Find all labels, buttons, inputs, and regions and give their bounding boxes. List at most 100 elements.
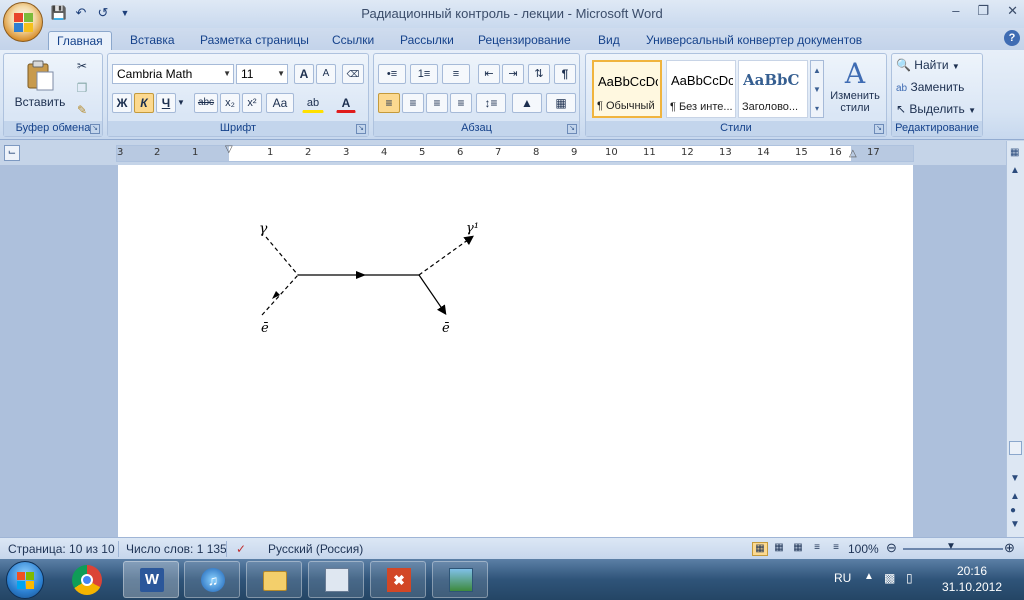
align-center-icon[interactable]: ≡	[402, 93, 424, 113]
ruler-number: 1	[192, 147, 199, 158]
print-layout-icon[interactable]: ▦	[752, 542, 768, 556]
tab-references[interactable]: Ссылки	[324, 31, 382, 50]
font-launcher-icon[interactable]: ↘	[356, 124, 366, 134]
font-color-button[interactable]: A	[336, 93, 356, 113]
word-count[interactable]: Число слов: 1 135	[126, 542, 227, 556]
taskbar-picture-viewer[interactable]	[432, 561, 488, 598]
style-heading[interactable]: AaBbC Заголово...	[738, 60, 808, 118]
office-button[interactable]	[3, 2, 43, 42]
superscript-button[interactable]: x²	[242, 93, 262, 113]
tab-insert[interactable]: Вставка	[122, 31, 183, 50]
copy-icon[interactable]: ❐	[72, 78, 92, 98]
start-button[interactable]	[6, 561, 44, 599]
font-name-combo[interactable]: Cambria Math ▼	[112, 64, 234, 84]
bullets-icon[interactable]: •≡	[378, 64, 406, 84]
shading-icon[interactable]: ▲	[512, 93, 542, 113]
find-button[interactable]: 🔍 Найти ▼	[896, 58, 960, 76]
styles-scroll[interactable]: ▲ ▼ ▾	[810, 60, 824, 118]
taskbar-chrome[interactable]	[72, 565, 102, 595]
draft-icon[interactable]: ≡	[828, 542, 844, 556]
zoom-level[interactable]: 100%	[848, 542, 879, 556]
numbering-icon[interactable]: 1≡	[410, 64, 438, 84]
taskbar-itunes[interactable]: ♫	[184, 561, 240, 598]
multilevel-list-icon[interactable]: ≡	[442, 64, 470, 84]
left-indent-marker-icon[interactable]: ▽	[225, 144, 233, 155]
highlight-button[interactable]: ab	[302, 93, 324, 113]
document-page[interactable]: γ γ¹ ē ē	[118, 165, 913, 537]
tray-network-icon[interactable]: ▩	[884, 571, 895, 585]
clipboard-launcher-icon[interactable]: ↘	[90, 124, 100, 134]
style-no-spacing[interactable]: AaBbCcDc ¶ Без инте...	[666, 60, 736, 118]
scroll-up-icon[interactable]: ▲	[1010, 165, 1020, 176]
change-case-button[interactable]: Aa	[266, 93, 294, 113]
view-ruler-icon[interactable]: ▦	[1010, 147, 1019, 158]
cut-icon[interactable]: ✂	[72, 56, 92, 76]
word-icon: W	[140, 568, 164, 592]
replace-button[interactable]: ab Заменить	[896, 80, 964, 98]
grow-font-button[interactable]: A	[294, 64, 314, 84]
font-size-combo[interactable]: 11 ▼	[236, 64, 288, 84]
scroll-thumb[interactable]	[1009, 441, 1022, 455]
align-left-icon[interactable]: ≡	[378, 93, 400, 113]
page-count[interactable]: Страница: 10 из 10	[8, 542, 115, 556]
taskbar-explorer[interactable]	[246, 561, 302, 598]
spellcheck-icon[interactable]: ✓	[236, 542, 246, 556]
zoom-in-icon[interactable]: ⊕	[1004, 540, 1015, 556]
increase-indent-icon[interactable]: ⇥	[502, 64, 524, 84]
tab-mailings[interactable]: Рассылки	[392, 31, 462, 50]
underline-button[interactable]: Ч	[156, 93, 176, 113]
tab-selector-icon[interactable]: ⌙	[4, 145, 20, 161]
tab-home[interactable]: Главная	[48, 31, 112, 50]
italic-button[interactable]: К	[134, 93, 154, 113]
borders-icon[interactable]: ▦	[546, 93, 576, 113]
taskbar-app-window[interactable]	[308, 561, 364, 598]
zoom-thumb-icon[interactable]: ▼	[946, 541, 956, 552]
tab-page-layout[interactable]: Разметка страницы	[192, 31, 317, 50]
right-indent-marker-icon[interactable]: △	[849, 148, 857, 159]
strikethrough-button[interactable]: abc	[194, 93, 218, 113]
change-styles-button[interactable]: A Изменить стили	[826, 58, 884, 118]
language[interactable]: Русский (Россия)	[268, 542, 363, 556]
align-right-icon[interactable]: ≡	[426, 93, 448, 113]
clear-format-icon[interactable]: ⌫	[342, 64, 364, 84]
taskbar-powerpoint[interactable]: ✖	[370, 561, 426, 598]
outline-icon[interactable]: ≡	[809, 542, 825, 556]
select-button[interactable]: ↖ Выделить ▼	[896, 102, 976, 120]
maximize-button[interactable]: ❐	[977, 3, 989, 19]
decrease-indent-icon[interactable]: ⇤	[478, 64, 500, 84]
next-page-icon[interactable]: ▼	[1010, 519, 1020, 530]
justify-icon[interactable]: ≡	[450, 93, 472, 113]
subscript-button[interactable]: x₂	[220, 93, 240, 113]
help-icon[interactable]: ?	[1004, 30, 1020, 46]
horizontal-ruler[interactable]: 3 2 1 ▽ 1 2 3 4 5 6 7 8 9 10 11 12 13 14…	[116, 144, 914, 162]
show-marks-button[interactable]: ¶	[554, 64, 576, 84]
input-language[interactable]: RU	[834, 571, 851, 585]
tray-expand-icon[interactable]: ▲	[864, 571, 874, 582]
line-spacing-icon[interactable]: ↕≡	[476, 93, 506, 113]
tab-converter[interactable]: Универсальный конвертер документов	[638, 31, 870, 50]
zoom-out-icon[interactable]: ⊖	[886, 540, 897, 556]
tab-review[interactable]: Рецензирование	[470, 31, 579, 50]
prev-page-icon[interactable]: ▲	[1010, 491, 1020, 502]
sort-icon[interactable]: ⇅	[528, 64, 550, 84]
tray-device-icon[interactable]: ▯	[906, 571, 913, 585]
style-normal[interactable]: AaBbCcDc ¶ Обычный	[592, 60, 662, 118]
vertical-scrollbar[interactable]: ▦ ▲ ▼ ▲ ● ▼	[1006, 141, 1024, 537]
format-painter-icon[interactable]: ✎	[72, 100, 92, 120]
replace-label: Заменить	[910, 80, 965, 94]
styles-launcher-icon[interactable]: ↘	[874, 124, 884, 134]
full-screen-reading-icon[interactable]: ▦	[771, 542, 787, 556]
close-button[interactable]: ✕	[1007, 3, 1018, 19]
paragraph-launcher-icon[interactable]: ↘	[567, 124, 577, 134]
shrink-font-button[interactable]: A	[316, 64, 336, 84]
paste-button[interactable]: Вставить	[12, 58, 68, 116]
tab-view[interactable]: Вид	[590, 31, 628, 50]
web-layout-icon[interactable]: ▦	[790, 542, 806, 556]
minimize-button[interactable]: –	[952, 3, 959, 19]
taskbar-word[interactable]: W	[123, 561, 179, 598]
taskbar-clock[interactable]: 20:16 31.10.2012	[940, 563, 1004, 595]
scroll-down-icon[interactable]: ▼	[1010, 473, 1020, 484]
bold-button[interactable]: Ж	[112, 93, 132, 113]
select-browse-object-icon[interactable]: ●	[1010, 505, 1016, 516]
underline-dropdown-icon[interactable]: ▼	[176, 93, 186, 113]
